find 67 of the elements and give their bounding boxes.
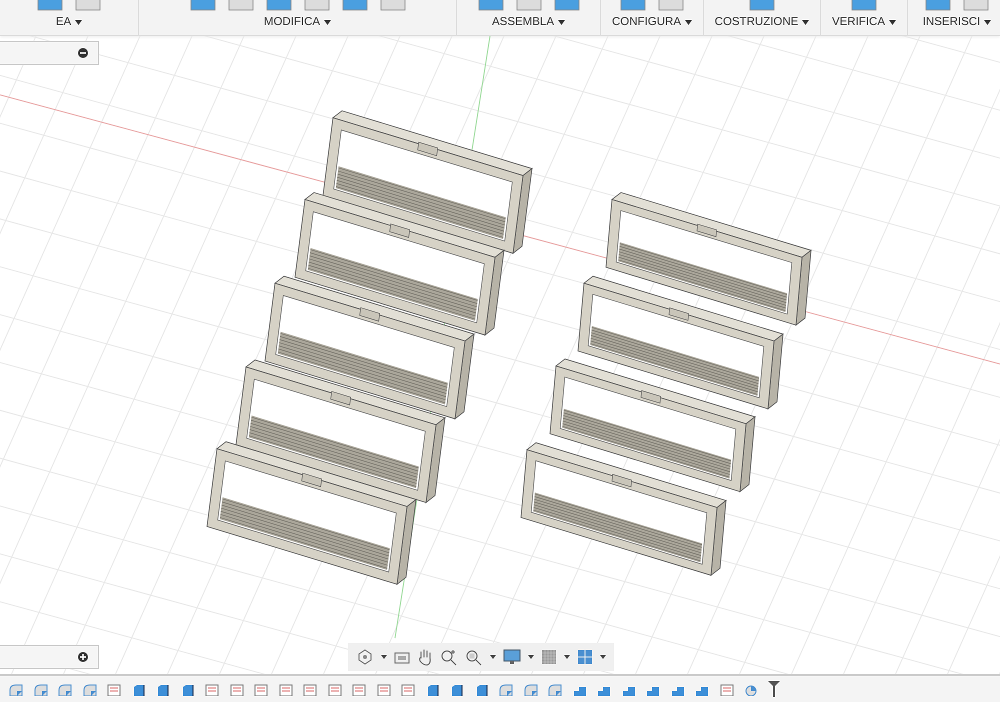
caret-icon	[324, 20, 332, 24]
grid-icon[interactable]	[541, 649, 557, 665]
tool-icon[interactable]	[552, 0, 582, 12]
caret-icon[interactable]	[600, 655, 606, 659]
viewports-icon[interactable]	[577, 649, 593, 665]
tool-icon[interactable]	[340, 0, 370, 12]
fillet-icon[interactable]	[547, 682, 563, 696]
zoom-icon[interactable]	[440, 648, 458, 666]
toolbar-menu[interactable]: COSTRUZIONE	[710, 15, 814, 29]
caret-icon[interactable]	[528, 655, 534, 659]
monitor-icon[interactable]	[503, 649, 521, 665]
fillet-icon[interactable]	[32, 682, 48, 696]
tool-icon[interactable]	[618, 0, 648, 12]
sketch-icon[interactable]	[228, 682, 244, 696]
caret-icon[interactable]	[564, 655, 570, 659]
caret-icon	[685, 20, 692, 24]
box-icon[interactable]	[449, 682, 465, 696]
sketch-icon[interactable]	[718, 682, 734, 696]
hand-icon[interactable]	[417, 648, 433, 666]
caret-icon[interactable]	[381, 655, 387, 659]
orbit-icon[interactable]	[356, 648, 374, 666]
tool-icon[interactable]	[476, 0, 506, 12]
caret-icon	[984, 20, 992, 24]
sketch-icon[interactable]	[204, 682, 220, 696]
fillet-icon[interactable]	[522, 682, 538, 696]
sketch-icon[interactable]	[351, 682, 367, 696]
tool-icon[interactable]	[961, 0, 991, 12]
toolbar-menu[interactable]: ASSEMBLA	[488, 15, 569, 29]
box-icon[interactable]	[155, 682, 171, 696]
camera-icon[interactable]	[394, 650, 410, 664]
toolbar-menu[interactable]: EA	[52, 15, 86, 29]
fillet-icon[interactable]	[82, 682, 98, 696]
toolbar-menu[interactable]: MODIFICA	[260, 15, 336, 29]
tool-icon[interactable]	[226, 0, 256, 12]
timeline-marker-icon[interactable]	[768, 681, 780, 697]
tool-icon[interactable]	[923, 0, 953, 12]
tool-icon[interactable]	[849, 0, 879, 12]
zoom-window-icon[interactable]	[465, 648, 483, 666]
caret-icon[interactable]	[490, 655, 496, 659]
fillet-icon[interactable]	[57, 682, 73, 696]
collapse-icon[interactable]	[78, 48, 88, 58]
fillet-icon[interactable]	[498, 682, 514, 696]
tool-icon[interactable]	[747, 0, 777, 12]
caret-icon	[558, 20, 565, 24]
sketch-icon[interactable]	[326, 682, 342, 696]
tool-icon[interactable]	[302, 0, 332, 12]
sketch-icon[interactable]	[400, 682, 416, 696]
expand-icon[interactable]	[78, 652, 88, 662]
sketch-icon[interactable]	[278, 682, 294, 696]
caret-icon	[75, 20, 82, 24]
tool-icon[interactable]	[514, 0, 544, 12]
sketch-icon[interactable]	[253, 682, 269, 696]
toolbar-menu[interactable]: INSERISCI	[918, 15, 996, 29]
toolbar-menu[interactable]: CONFIGURA	[608, 15, 696, 29]
caret-icon	[889, 20, 896, 24]
tool-icon[interactable]	[656, 0, 686, 12]
sketch-icon[interactable]	[376, 682, 392, 696]
tool-icon[interactable]	[188, 0, 218, 12]
tool-icon[interactable]	[73, 0, 103, 12]
caret-icon	[802, 20, 810, 24]
tool-icon[interactable]	[378, 0, 408, 12]
tool-icon[interactable]	[35, 0, 65, 12]
sketch-icon[interactable]	[302, 682, 318, 696]
toolbar-menu[interactable]: VERIFICA	[828, 15, 900, 29]
tool-icon[interactable]	[264, 0, 294, 12]
fillet-icon[interactable]	[8, 682, 24, 696]
sketch-icon[interactable]	[106, 682, 122, 696]
